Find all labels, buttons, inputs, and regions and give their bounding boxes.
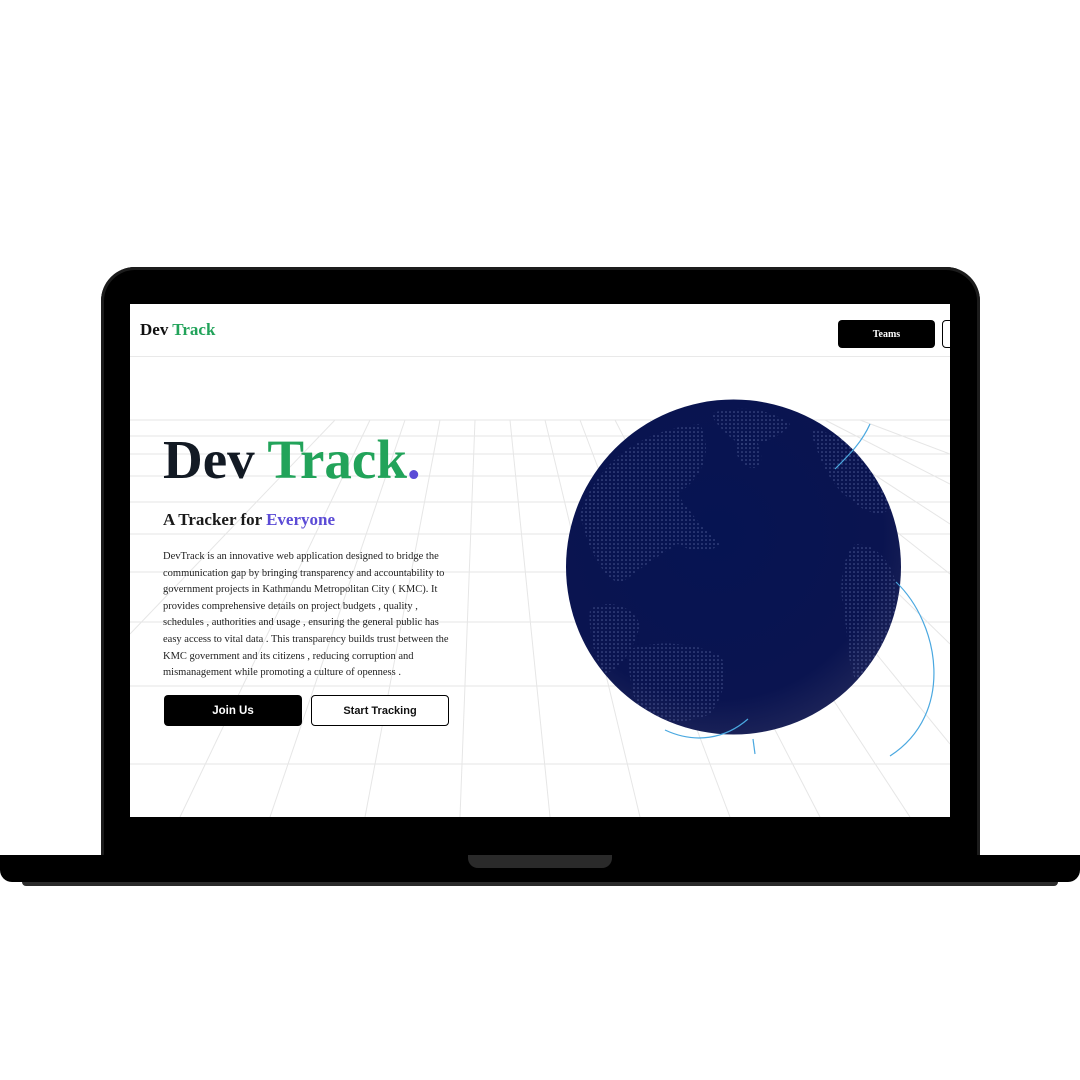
hero-title-dot: . — [406, 429, 421, 490]
subtitle-prefix: A Tracker for — [163, 510, 262, 529]
top-navbar: Dev Track Teams — [130, 304, 950, 357]
hero-title-track: Track — [267, 429, 407, 490]
laptop-notch — [468, 855, 612, 868]
start-tracking-button[interactable]: Start Tracking — [311, 695, 449, 726]
logo-part-track: Track — [172, 320, 216, 339]
globe-illustration — [566, 399, 935, 757]
hero-title: Dev Track. — [163, 432, 421, 487]
subtitle-highlight: Everyone — [266, 510, 336, 529]
teams-button[interactable]: Teams — [838, 320, 935, 348]
secondary-nav-button[interactable] — [942, 320, 950, 348]
hero-title-dev: Dev — [163, 429, 255, 490]
laptop-screen: Dev Track Teams Dev Track. A Tracker for… — [130, 304, 950, 817]
logo[interactable]: Dev Track — [140, 320, 215, 340]
logo-part-dev: Dev — [140, 320, 169, 339]
join-us-button[interactable]: Join Us — [164, 695, 302, 726]
hero-subtitle: A Tracker for Everyone — [163, 510, 335, 530]
hero-description: DevTrack is an innovative web applicatio… — [163, 551, 449, 679]
laptop-base-edge — [22, 882, 1058, 886]
